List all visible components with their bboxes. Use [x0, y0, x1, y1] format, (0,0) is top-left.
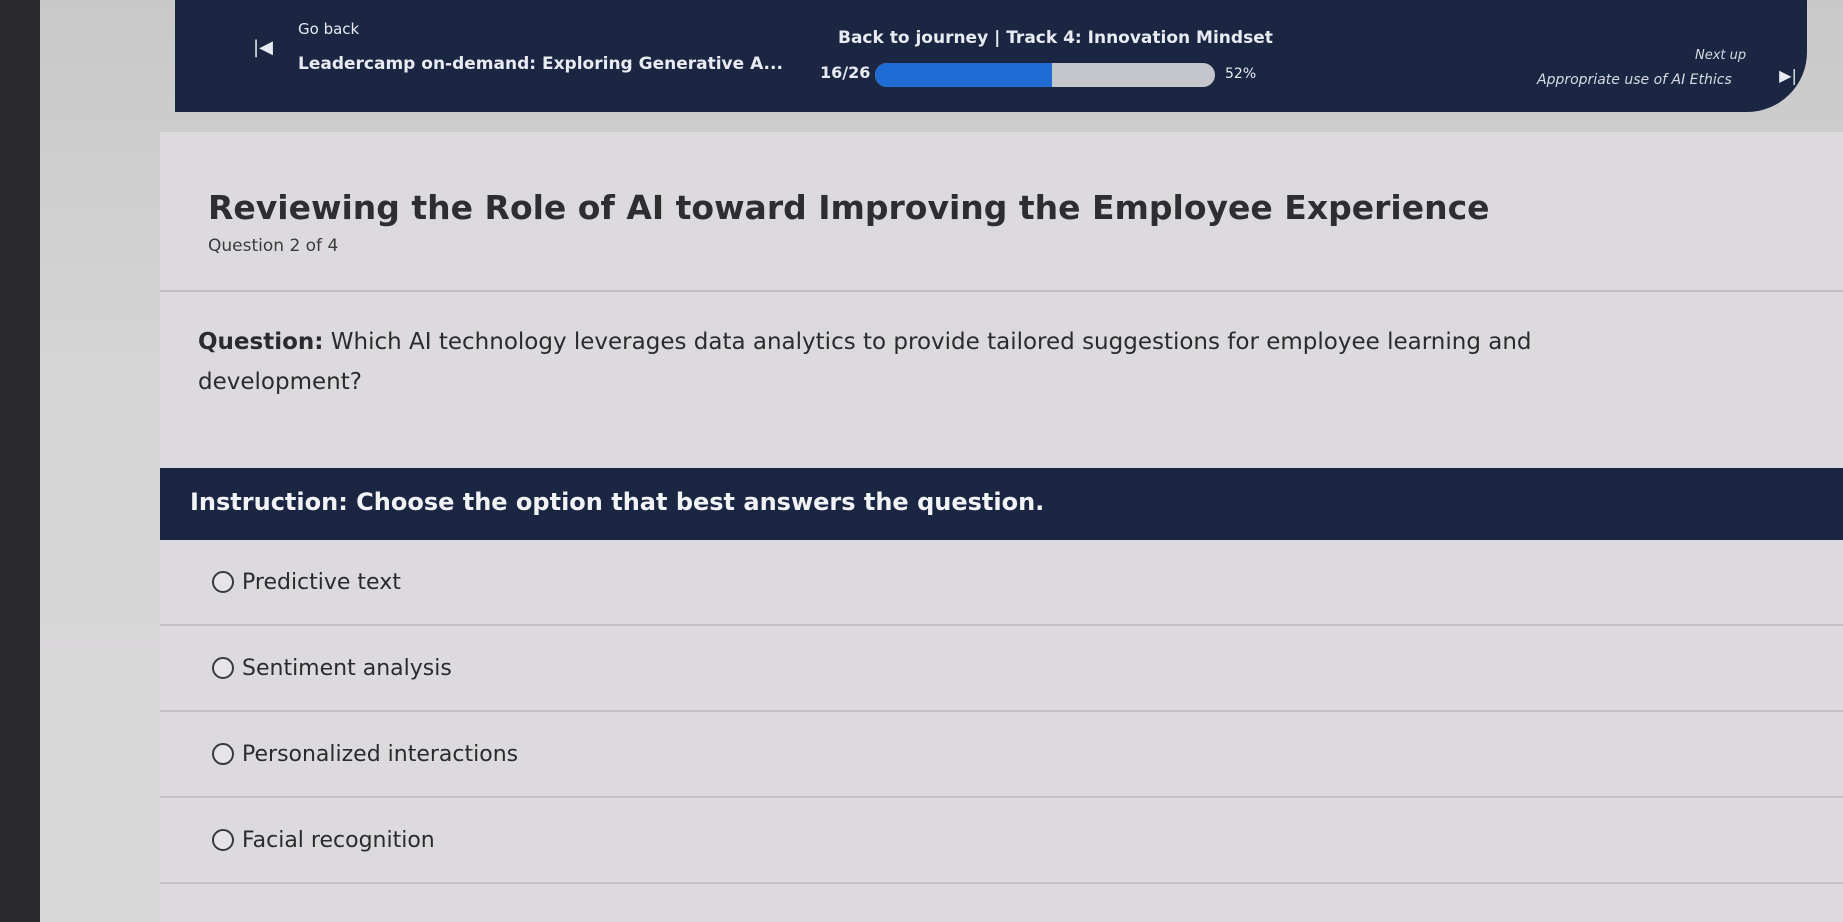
answer-option-label: Predictive text — [242, 569, 401, 595]
question-body: Which AI technology leverages data analy… — [198, 329, 1532, 395]
radio-button[interactable] — [212, 571, 234, 593]
question-card: Reviewing the Role of AI toward Improvin… — [160, 132, 1843, 922]
progress-bar-fill — [875, 63, 1052, 87]
answer-option[interactable]: Sentiment analysis — [160, 626, 1843, 712]
answer-option-label: Facial recognition — [242, 827, 435, 853]
page-title: Reviewing the Role of AI toward Improvin… — [208, 188, 1490, 227]
lesson-header: Reviewing the Role of AI toward Improvin… — [160, 132, 1843, 292]
answer-option-label: Personalized interactions — [242, 741, 519, 767]
radio-button[interactable] — [212, 743, 234, 765]
question-text: Question: Which AI technology leverages … — [198, 322, 1618, 402]
answer-option[interactable]: Predictive text — [160, 540, 1843, 626]
next-up-title[interactable]: Appropriate use of AI Ethics — [1537, 72, 1732, 88]
next-up-label: Next up — [1695, 48, 1747, 63]
progress-bar — [875, 63, 1215, 87]
go-back-link[interactable]: Go back — [298, 20, 359, 38]
instruction-bar: Instruction: Choose the option that best… — [160, 468, 1843, 540]
course-title: Leadercamp on-demand: Exploring Generati… — [298, 54, 783, 74]
radio-button[interactable] — [212, 657, 234, 679]
progress-percent: 52% — [1225, 66, 1257, 82]
answer-option-label: Sentiment analysis — [242, 655, 452, 681]
answer-option[interactable]: Facial recognition — [160, 798, 1843, 884]
answer-option[interactable]: Personalized interactions — [160, 712, 1843, 798]
screen: |◀ Go back Leadercamp on-demand: Explori… — [40, 0, 1843, 922]
top-navigation-bar: |◀ Go back Leadercamp on-demand: Explori… — [175, 0, 1807, 112]
question-prefix: Question: — [198, 329, 324, 355]
skip-back-icon[interactable]: |◀ — [250, 34, 276, 60]
skip-forward-icon[interactable]: ▶| — [1775, 62, 1801, 88]
instruction-text: Instruction: Choose the option that best… — [190, 488, 1045, 516]
back-to-journey-link[interactable]: Back to journey | Track 4: Innovation Mi… — [838, 28, 1273, 48]
progress-count: 16/26 — [820, 63, 871, 82]
radio-button[interactable] — [212, 829, 234, 851]
question-number: Question 2 of 4 — [208, 236, 339, 256]
